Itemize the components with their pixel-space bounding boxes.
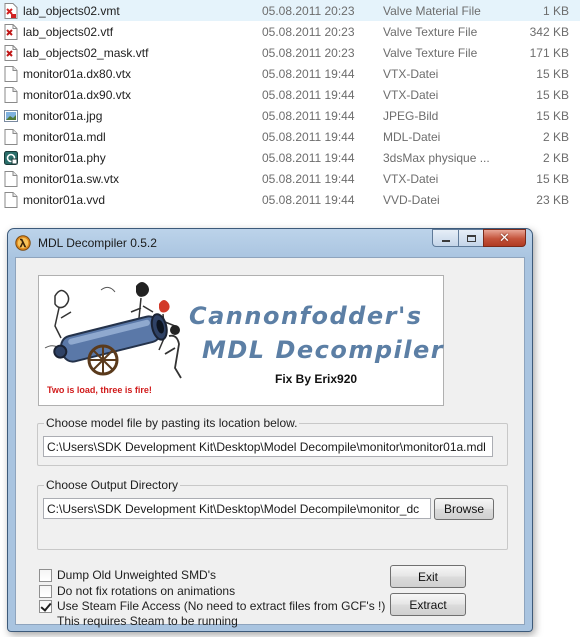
file-name[interactable]: monitor01a.sw.vtx <box>23 172 119 186</box>
file-date: 05.08.2011 19:44 <box>262 109 355 123</box>
steam-requirement-note: This requires Steam to be running <box>57 614 238 628</box>
window-title: MDL Decompiler 0.5.2 <box>38 236 157 250</box>
file-size: 2 KB <box>542 130 569 144</box>
file-row[interactable]: monitor01a.jpg 05.08.2011 19:44 JPEG-Bild 1… <box>0 105 580 126</box>
file-row[interactable]: lab_objects02.vtf 05.08.2011 20:23 Valve T… <box>0 21 580 42</box>
cannon-illustration <box>44 282 182 379</box>
file-date: 05.08.2011 19:44 <box>262 130 355 144</box>
file-name[interactable]: monitor01a.dx90.vtx <box>23 88 131 102</box>
file-type: Valve Material File <box>383 4 481 18</box>
model-file-group: Choose model file by pasting its locatio… <box>37 416 508 466</box>
generic-file-icon <box>4 192 18 208</box>
mdl-decompiler-window: MDL Decompiler 0.5.2 ✕ Cannonfodder's MD… <box>7 228 533 632</box>
minimize-icon <box>441 239 450 242</box>
file-size: 23 KB <box>536 193 569 207</box>
no-fix-rotations-checkbox[interactable] <box>39 585 52 598</box>
banner-title-line1: Cannonfodder's <box>189 302 423 330</box>
file-date: 05.08.2011 19:44 <box>262 151 355 165</box>
file-date: 05.08.2011 19:44 <box>262 67 355 81</box>
dump-old-smd-checkbox[interactable] <box>39 569 52 582</box>
dialog-client-area: Cannonfodder's MDL Decompiler Fix By Eri… <box>15 257 525 628</box>
file-date: 05.08.2011 19:44 <box>262 193 355 207</box>
file-name[interactable]: lab_objects02.vtf <box>23 25 113 39</box>
file-name[interactable]: monitor01a.dx80.vtx <box>23 67 131 81</box>
dump-old-smd-label: Dump Old Unweighted SMD's <box>57 568 217 582</box>
model-path-input[interactable]: C:\Users\SDK Development Kit\Desktop\Mod… <box>43 436 493 457</box>
banner-title-line2: MDL Decompiler <box>202 336 445 364</box>
banner-motto: Two is load, three is fire! <box>47 385 152 395</box>
file-row[interactable]: monitor01a.mdl 05.08.2011 19:44 MDL-Datei 2… <box>0 126 580 147</box>
file-type: VVD-Datei <box>383 193 440 207</box>
generic-file-icon <box>4 87 18 103</box>
steam-file-access-checkbox[interactable] <box>39 600 52 613</box>
steam-file-access-option[interactable]: Use Steam File Access (No need to extrac… <box>39 599 385 614</box>
file-date: 05.08.2011 19:44 <box>262 172 355 186</box>
model-file-group-label: Choose model file by pasting its locatio… <box>44 416 300 430</box>
generic-file-icon <box>4 171 18 187</box>
file-size: 1 KB <box>542 4 569 18</box>
file-name[interactable]: lab_objects02_mask.vtf <box>23 46 148 60</box>
file-row[interactable]: monitor01a.vvd 05.08.2011 19:44 VVD-Datei 2… <box>0 189 580 210</box>
file-row[interactable]: lab_objects02.vmt 05.08.2011 20:23 Valve M… <box>0 0 580 21</box>
generic-file-icon <box>4 66 18 82</box>
file-date: 05.08.2011 19:44 <box>262 88 355 102</box>
file-size: 342 KB <box>529 25 569 39</box>
output-directory-input[interactable]: C:\Users\SDK Development Kit\Desktop\Mod… <box>43 498 431 519</box>
file-type: VTX-Datei <box>383 88 439 102</box>
file-size: 171 KB <box>529 46 569 60</box>
half-life-lambda-icon <box>15 235 31 251</box>
file-name[interactable]: lab_objects02.vmt <box>23 4 120 18</box>
file-date: 05.08.2011 20:23 <box>262 4 355 18</box>
file-type: JPEG-Bild <box>383 109 439 123</box>
file-type: VTX-Datei <box>383 67 439 81</box>
output-directory-group-label: Choose Output Directory <box>44 478 181 492</box>
vmt-file-icon <box>4 3 18 19</box>
vtf-file-icon <box>4 45 18 61</box>
steam-file-access-label: Use Steam File Access (No need to extrac… <box>57 599 386 613</box>
image-file-icon <box>4 108 18 124</box>
file-name[interactable]: monitor01a.jpg <box>23 109 102 123</box>
file-name[interactable]: monitor01a.phy <box>23 151 106 165</box>
banner-credit: Fix By Erix920 <box>275 372 358 386</box>
close-icon: ✕ <box>499 230 510 246</box>
vtf-file-icon <box>4 24 18 40</box>
banner-image: Cannonfodder's MDL Decompiler Fix By Eri… <box>38 275 444 406</box>
window-controls: ✕ <box>432 229 526 247</box>
file-type: VTX-Datei <box>383 172 439 186</box>
close-button[interactable]: ✕ <box>483 229 526 247</box>
output-directory-group: Choose Output Directory C:\Users\SDK Dev… <box>37 478 508 550</box>
dump-old-smd-option[interactable]: Dump Old Unweighted SMD's <box>39 568 216 583</box>
browse-button[interactable]: Browse <box>434 498 494 520</box>
file-date: 05.08.2011 20:23 <box>262 46 355 60</box>
file-list: lab_objects02.vmt 05.08.2011 20:23 Valve M… <box>0 0 580 210</box>
maximize-icon <box>466 234 476 242</box>
maximize-button[interactable] <box>458 229 483 247</box>
file-row[interactable]: monitor01a.sw.vtx 05.08.2011 19:44 VTX-Dat… <box>0 168 580 189</box>
file-size: 15 KB <box>536 109 569 123</box>
phy-file-icon <box>4 150 18 166</box>
file-type: 3dsMax physique ... <box>383 151 490 165</box>
file-name[interactable]: monitor01a.vvd <box>23 193 105 207</box>
minimize-button[interactable] <box>432 229 458 247</box>
no-fix-rotations-option[interactable]: Do not fix rotations on animations <box>39 584 235 599</box>
no-fix-rotations-label: Do not fix rotations on animations <box>57 584 236 598</box>
file-size: 15 KB <box>536 88 569 102</box>
file-row[interactable]: monitor01a.phy 05.08.2011 19:44 3dsMax phy… <box>0 147 580 168</box>
file-row[interactable]: lab_objects02_mask.vtf 05.08.2011 20:23 Va… <box>0 42 580 63</box>
extract-button[interactable]: Extract <box>390 593 466 616</box>
generic-file-icon <box>4 129 18 145</box>
file-size: 15 KB <box>536 67 569 81</box>
file-type: Valve Texture File <box>383 46 478 60</box>
file-type: MDL-Datei <box>383 130 441 144</box>
file-size: 2 KB <box>542 151 569 165</box>
exit-button[interactable]: Exit <box>390 565 466 588</box>
file-date: 05.08.2011 20:23 <box>262 25 355 39</box>
file-type: Valve Texture File <box>383 25 478 39</box>
file-row[interactable]: monitor01a.dx80.vtx 05.08.2011 19:44 VTX-D… <box>0 63 580 84</box>
file-row[interactable]: monitor01a.dx90.vtx 05.08.2011 19:44 VTX-D… <box>0 84 580 105</box>
file-size: 15 KB <box>536 172 569 186</box>
file-name[interactable]: monitor01a.mdl <box>23 130 106 144</box>
